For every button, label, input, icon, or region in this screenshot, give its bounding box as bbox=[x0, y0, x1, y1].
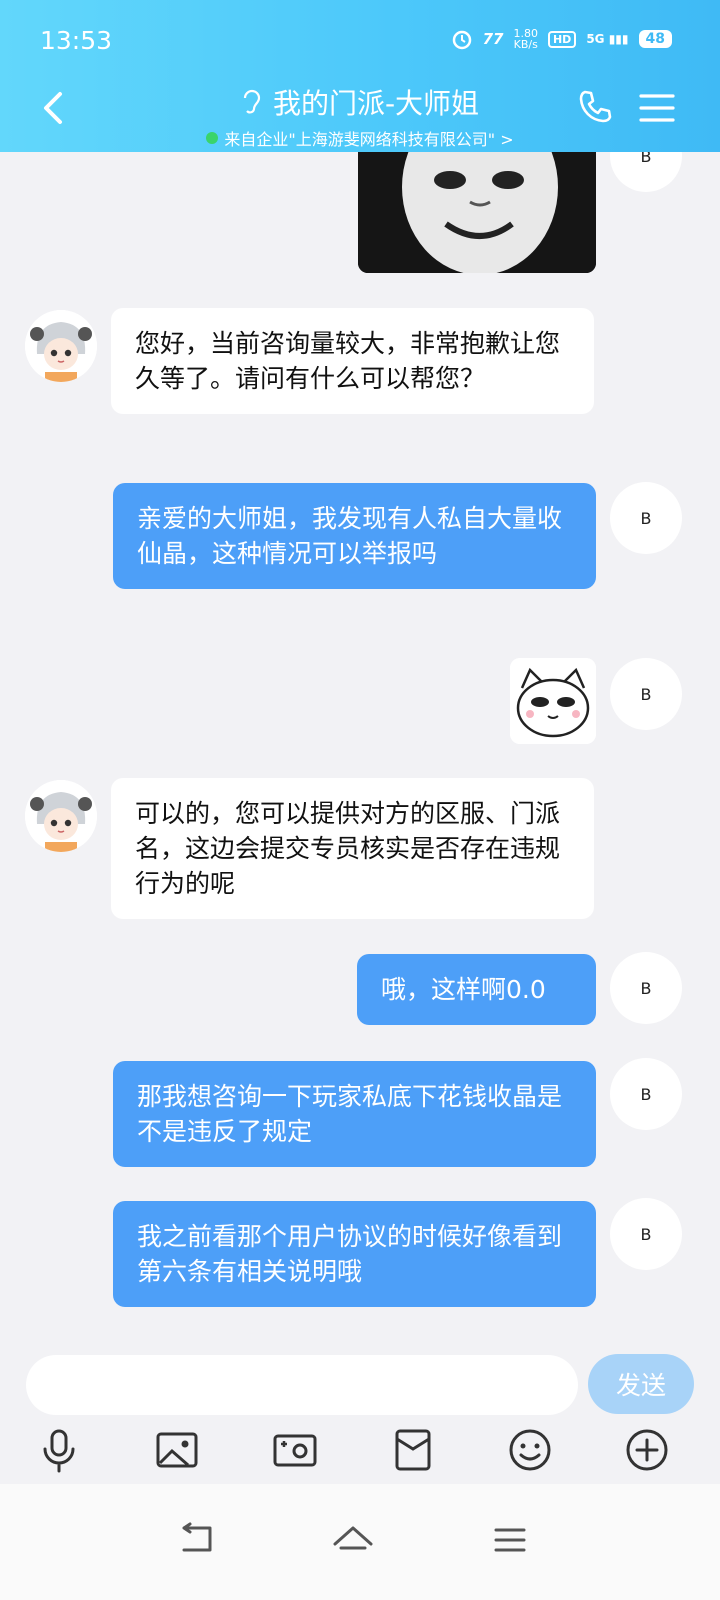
user-avatar[interactable]: B bbox=[610, 1058, 682, 1130]
home-nav-icon[interactable] bbox=[331, 1522, 375, 1558]
user-avatar[interactable]: B bbox=[610, 482, 682, 554]
agent-avatar-image bbox=[25, 780, 97, 852]
agent-avatar[interactable] bbox=[25, 780, 97, 852]
message-bubble-user[interactable]: 哦，这样啊0.0 bbox=[357, 954, 596, 1025]
chat-title-area[interactable]: 我的门派-大师姐 来自企业"上海游斐网络科技有限公司" > bbox=[140, 82, 580, 150]
send-button[interactable]: 发送 bbox=[588, 1354, 694, 1414]
message-text: 可以的，您可以提供对方的区服、门派名，这边会提交专员核实是否存在违规行为的呢 bbox=[135, 799, 561, 898]
user-avatar-label: B bbox=[640, 684, 652, 704]
user-avatar-label: B bbox=[640, 1224, 652, 1244]
recents-nav-icon[interactable] bbox=[488, 1522, 532, 1558]
agent-avatar[interactable] bbox=[25, 310, 97, 382]
image-icon[interactable] bbox=[152, 1425, 202, 1475]
back-arrow-icon[interactable] bbox=[34, 88, 70, 128]
user-avatar[interactable]: B bbox=[610, 1198, 682, 1270]
input-bar: 发送 bbox=[0, 1337, 720, 1484]
signal-indicator: 5G ▮▮▮ bbox=[586, 32, 629, 46]
app-badge-icon: 77 bbox=[482, 30, 504, 48]
battery-indicator: 48 bbox=[638, 30, 672, 48]
agent-avatar-image bbox=[25, 310, 97, 382]
alarm-icon bbox=[452, 30, 471, 50]
sticker-panda-face[interactable] bbox=[358, 152, 596, 273]
chat-messages[interactable]: B 您好，当前咨询量较大，非常抱歉让您久等了。请问有什么可以帮您？ 亲爱的大师姐… bbox=[0, 152, 720, 1337]
user-avatar[interactable]: B bbox=[610, 152, 682, 192]
user-avatar-label: B bbox=[640, 1084, 652, 1104]
message-text: 我之前看那个用户协议的时候好像看到第六条有相关说明哦 bbox=[137, 1222, 563, 1286]
message-bubble-user[interactable]: 亲爱的大师姐，我发现有人私自大量收仙晶，这种情况可以举报吗 bbox=[113, 483, 596, 589]
back-nav-icon[interactable] bbox=[176, 1522, 220, 1558]
system-nav-bar bbox=[0, 1484, 720, 1600]
sticker-cat-face[interactable] bbox=[510, 658, 596, 744]
network-speed: 1.80 KB/s bbox=[513, 28, 538, 50]
chat-subtitle[interactable]: 来自企业"上海游斐网络科技有限公司" > bbox=[140, 126, 580, 150]
user-avatar-label: B bbox=[640, 978, 652, 998]
network-type: 5G bbox=[586, 32, 605, 46]
chat-title: 我的门派-大师姐 bbox=[140, 82, 580, 122]
panda-face-image bbox=[358, 152, 596, 273]
phone-call-icon[interactable] bbox=[576, 88, 614, 126]
cat-face-image bbox=[510, 658, 596, 744]
speed-unit: KB/s bbox=[513, 38, 538, 51]
microphone-icon[interactable] bbox=[34, 1425, 84, 1475]
user-avatar-label: B bbox=[640, 152, 652, 166]
message-input[interactable] bbox=[26, 1355, 578, 1415]
message-bubble-user[interactable]: 那我想咨询一下玩家私底下花钱收晶是不是违反了规定 bbox=[113, 1061, 596, 1167]
status-bar: 13:53 77 1.80 KB/s HD 5G ▮▮▮ 48 bbox=[0, 0, 720, 80]
message-bubble-agent[interactable]: 您好，当前咨询量较大，非常抱歉让您久等了。请问有什么可以帮您？ bbox=[111, 308, 594, 414]
user-avatar[interactable]: B bbox=[610, 952, 682, 1024]
hd-badge: HD bbox=[547, 30, 577, 48]
ear-icon bbox=[243, 89, 261, 114]
chat-title-text: 我的门派-大师姐 bbox=[272, 87, 480, 120]
user-avatar-label: B bbox=[640, 508, 652, 528]
toolbar bbox=[0, 1425, 720, 1481]
status-time: 13:53 bbox=[40, 26, 113, 55]
message-bubble-user[interactable]: 我之前看那个用户协议的时候好像看到第六条有相关说明哦 bbox=[113, 1201, 596, 1307]
message-text: 哦，这样啊0.0 bbox=[381, 975, 546, 1004]
red-packet-icon[interactable] bbox=[388, 1425, 438, 1475]
message-bubble-agent[interactable]: 可以的，您可以提供对方的区服、门派名，这边会提交专员核实是否存在违规行为的呢 bbox=[111, 778, 594, 919]
chat-header: 13:53 77 1.80 KB/s HD 5G ▮▮▮ 48 我的门派-大师姐 … bbox=[0, 0, 720, 152]
emoji-icon[interactable] bbox=[505, 1425, 555, 1475]
status-icons: 77 1.80 KB/s HD 5G ▮▮▮ 48 bbox=[451, 28, 672, 50]
chat-subtitle-text: 来自企业"上海游斐网络科技有限公司" > bbox=[224, 130, 514, 149]
message-text: 您好，当前咨询量较大，非常抱歉让您久等了。请问有什么可以帮您？ bbox=[135, 329, 561, 393]
user-avatar[interactable]: B bbox=[610, 658, 682, 730]
online-status-dot bbox=[206, 132, 219, 144]
message-text: 亲爱的大师姐，我发现有人私自大量收仙晶，这种情况可以举报吗 bbox=[137, 504, 563, 568]
message-text: 那我想咨询一下玩家私底下花钱收晶是不是违反了规定 bbox=[137, 1082, 563, 1146]
menu-icon[interactable] bbox=[638, 92, 676, 124]
plus-icon[interactable] bbox=[622, 1425, 672, 1475]
camera-icon[interactable] bbox=[270, 1425, 320, 1475]
